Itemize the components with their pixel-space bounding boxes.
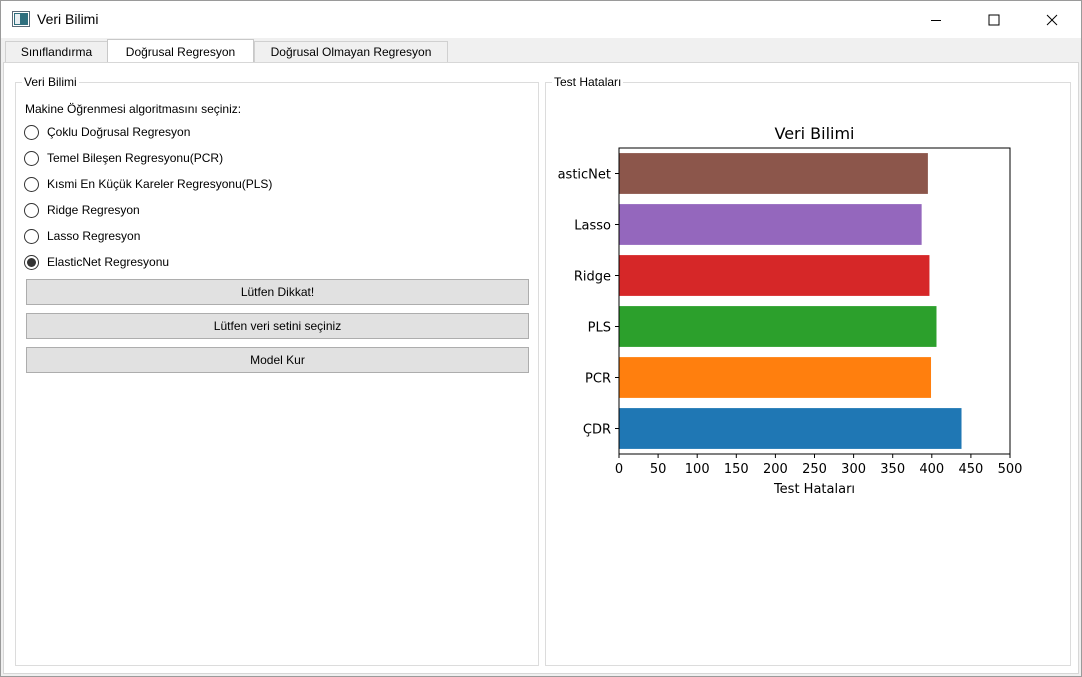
x-axis-label: Test Hataları — [773, 482, 855, 497]
app-window: Veri Bilimi Sınıflandırma Doğrusal Regre… — [0, 0, 1082, 677]
test-errors-group-title: Test Hataları — [552, 75, 624, 89]
radio-label: Lasso Regresyon — [47, 229, 141, 243]
test-errors-groupbox: Test Hataları Veri Bilimi ÇDR PCR PLS Ridge L… — [545, 75, 1071, 666]
tab-bar: Sınıflandırma Doğrusal Regresyon Doğrusa… — [1, 38, 1081, 63]
radio-button[interactable] — [24, 124, 39, 140]
radio-pls[interactable]: Kısmi En Küçük Kareler Regresyonu(PLS) — [24, 175, 272, 193]
radio-button[interactable] — [24, 150, 39, 166]
x-tick-label: 0 — [615, 462, 623, 477]
select-dataset-button[interactable]: Lütfen veri setini seçiniz — [26, 313, 529, 339]
radio-label: Çoklu Doğrusal Regresyon — [47, 125, 191, 139]
x-tick-label: 50 — [650, 462, 667, 477]
x-tick-label: 200 — [763, 462, 788, 477]
x-tick-label: 300 — [841, 462, 866, 477]
bar-pcr — [619, 357, 932, 398]
x-tick-label: 150 — [724, 462, 749, 477]
radio-button[interactable] — [24, 254, 39, 270]
x-tick-label: 400 — [919, 462, 944, 477]
bar-ridge — [619, 255, 930, 296]
algorithm-group-title: Veri Bilimi — [22, 75, 79, 89]
title-bar: Veri Bilimi — [1, 1, 1081, 38]
figure-edge-mask — [546, 148, 554, 454]
radio-button[interactable] — [24, 176, 39, 192]
close-button[interactable] — [1023, 1, 1081, 38]
tab-dogrusal-olmayan-regresyon[interactable]: Doğrusal Olmayan Regresyon — [254, 41, 448, 62]
y-tick-label: PCR — [585, 372, 611, 387]
bar-pls — [619, 306, 937, 347]
radio-button[interactable] — [24, 228, 39, 244]
tab-dogrusal-regresyon[interactable]: Doğrusal Regresyon — [107, 39, 254, 63]
radio-label: ElasticNet Regresyonu — [47, 255, 170, 269]
radio-button[interactable] — [24, 202, 39, 218]
build-model-button[interactable]: Model Kur — [26, 347, 529, 373]
tab-pane: Veri Bilimi Makine Öğrenmesi algoritması… — [3, 62, 1079, 674]
minimize-button[interactable] — [907, 1, 965, 38]
radio-elasticnet[interactable]: ElasticNet Regresyonu — [24, 253, 169, 271]
y-tick-label: PLS — [588, 321, 611, 336]
y-tick-label: Ridge — [574, 270, 611, 285]
y-tick-label: asticNet — [558, 168, 611, 183]
tab-siniflandirma[interactable]: Sınıflandırma — [5, 41, 108, 62]
algorithm-prompt: Makine Öğrenmesi algoritmasını seçiniz: — [25, 102, 242, 116]
radio-label: Ridge Regresyon — [47, 203, 140, 217]
maximize-button[interactable] — [965, 1, 1023, 38]
x-tick-label: 450 — [958, 462, 983, 477]
bar-elasticnet — [619, 153, 928, 194]
chart-title: Veri Bilimi — [775, 124, 855, 143]
radio-ridge[interactable]: Ridge Regresyon — [24, 201, 140, 219]
y-tick-label: ÇDR — [583, 423, 611, 438]
test-errors-chart: Veri Bilimi ÇDR PCR PLS Ridge Lasso asticNet 0 5… — [546, 124, 1023, 497]
attention-button[interactable]: Lütfen Dikkat! — [26, 279, 529, 305]
x-tick-label: 350 — [880, 462, 905, 477]
algorithm-groupbox: Veri Bilimi Makine Öğrenmesi algoritması… — [15, 75, 539, 666]
radio-coklu-dogrusal[interactable]: Çoklu Doğrusal Regresyon — [24, 123, 190, 141]
x-tick-label: 100 — [685, 462, 710, 477]
bar-lasso — [619, 204, 922, 245]
maximize-icon — [988, 14, 1000, 25]
y-tick-label: Lasso — [574, 219, 611, 234]
radio-pcr[interactable]: Temel Bileşen Regresyonu(PCR) — [24, 149, 223, 167]
minimize-icon — [931, 19, 941, 21]
radio-label: Kısmi En Küçük Kareler Regresyonu(PLS) — [47, 177, 273, 191]
close-icon — [1046, 14, 1058, 25]
radio-checked-dot — [27, 257, 36, 267]
bar-çdr — [619, 408, 962, 449]
app-icon — [12, 11, 30, 27]
window-title: Veri Bilimi — [37, 11, 99, 27]
radio-label: Temel Bileşen Regresyonu(PCR) — [47, 151, 224, 165]
x-tick-label: 500 — [998, 462, 1023, 477]
x-tick-label: 250 — [802, 462, 827, 477]
radio-lasso[interactable]: Lasso Regresyon — [24, 227, 140, 245]
